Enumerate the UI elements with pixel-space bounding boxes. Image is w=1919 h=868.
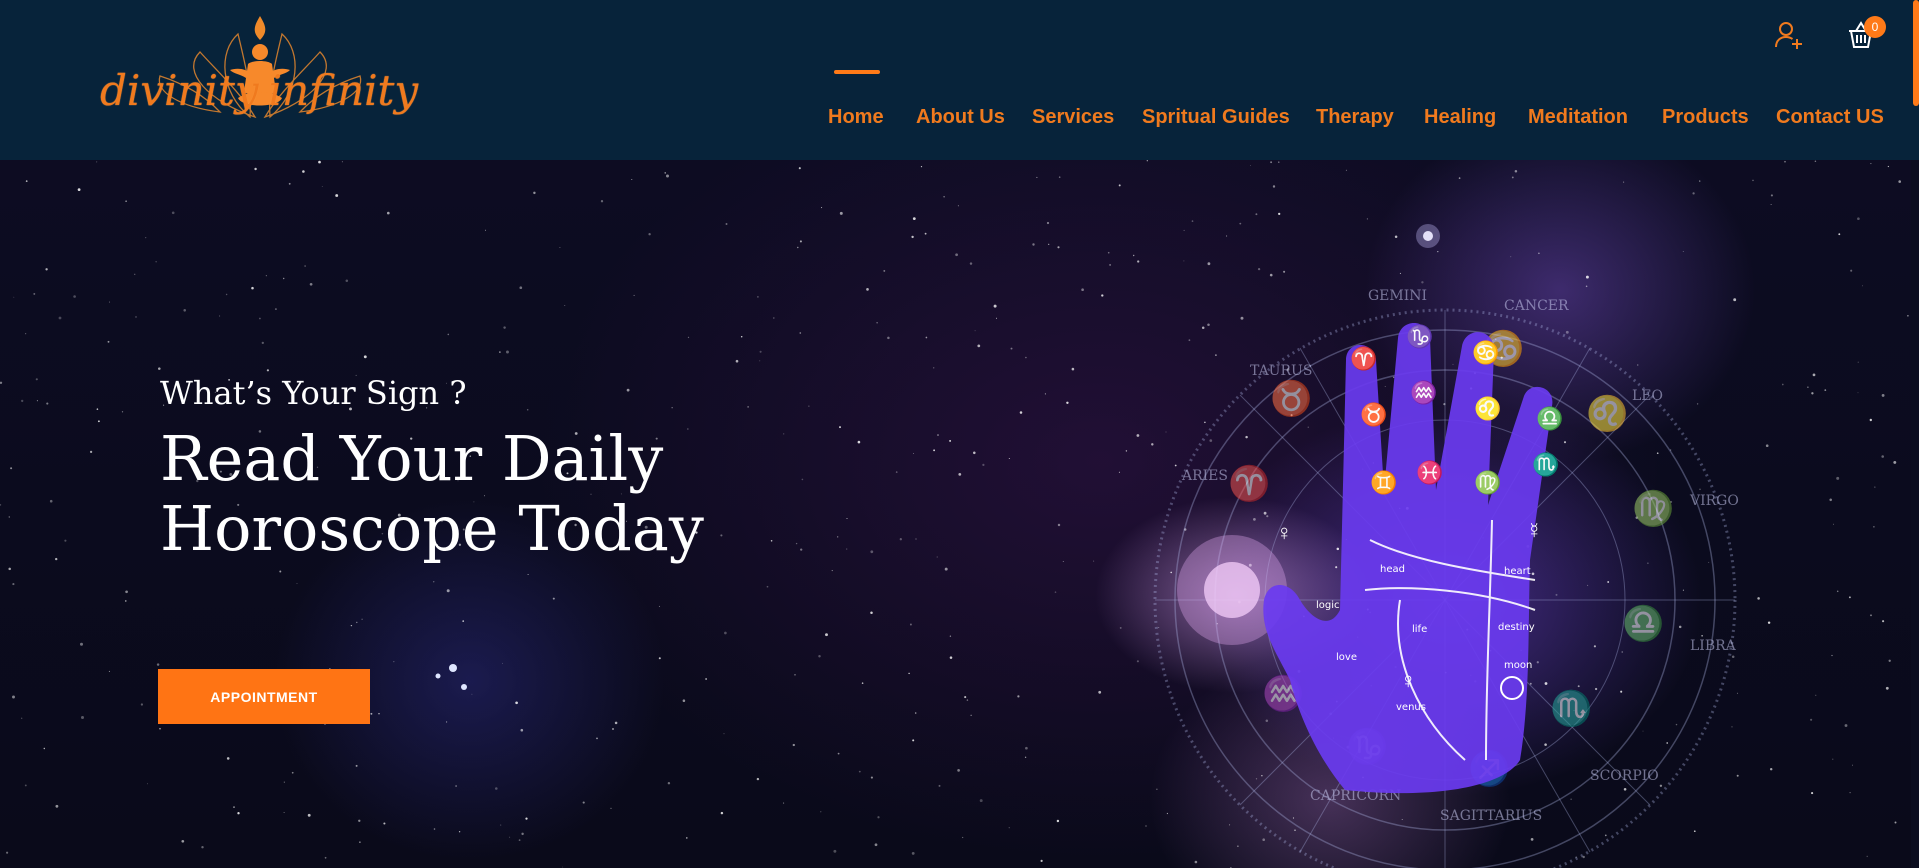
hero-headline-line-2: Horoscope Today (160, 492, 704, 565)
svg-text:ARIES: ARIES (1181, 468, 1228, 484)
nav-item-meditation[interactable]: Meditation (1528, 106, 1628, 129)
svg-text:life: life (1412, 624, 1427, 635)
svg-text:♍: ♍ (1474, 470, 1501, 495)
svg-text:CANCER: CANCER (1504, 298, 1569, 314)
svg-text:♓: ♓ (1416, 460, 1443, 485)
svg-text:☿: ☿ (1526, 518, 1543, 543)
svg-text:♎: ♎ (1622, 604, 1664, 643)
svg-text:head: head (1380, 564, 1405, 575)
hero-copy: What’s Your Sign ? Read Your Daily Horos… (160, 374, 704, 564)
svg-text:destiny: destiny (1498, 622, 1535, 633)
svg-text:♀: ♀ (1400, 668, 1417, 693)
nav-item-spritual-guides[interactable]: Spritual Guides (1142, 106, 1290, 129)
hero-headline-line-1: Read Your Daily (160, 422, 664, 495)
svg-text:♌: ♌ (1474, 396, 1501, 421)
page-scrollbar-thumb[interactable] (1913, 0, 1919, 106)
nav-item-therapy[interactable]: Therapy (1316, 106, 1394, 129)
svg-text:♌: ♌ (1586, 394, 1628, 433)
svg-text:♑: ♑ (1406, 324, 1433, 349)
hero-eyebrow: What’s Your Sign ? (160, 374, 467, 412)
hero-banner: GEMINI CANCER TAURUS LEO ARIES VIRGO LIB… (0, 160, 1911, 868)
nav-item-services[interactable]: Services (1032, 106, 1114, 129)
svg-text:heart: heart (1504, 566, 1531, 577)
svg-text:♒: ♒ (1410, 380, 1437, 405)
nav-item-products[interactable]: Products (1662, 106, 1749, 129)
svg-text:♊: ♊ (1370, 470, 1397, 495)
nav-active-indicator (834, 70, 880, 74)
svg-text:LEO: LEO (1632, 388, 1663, 404)
svg-text:GEMINI: GEMINI (1368, 288, 1427, 304)
svg-text:VIRGO: VIRGO (1689, 493, 1739, 509)
svg-text:♉: ♉ (1270, 379, 1312, 418)
site-header: divinity infinity 0 Home About Us Service… (0, 0, 1919, 160)
nav-item-home[interactable]: Home (828, 106, 884, 129)
hero-headline: Read Your Daily Horoscope Today (160, 424, 704, 564)
svg-text:♍: ♍ (1632, 489, 1674, 528)
svg-text:♈: ♈ (1350, 346, 1377, 371)
svg-text:moon: moon (1504, 660, 1532, 671)
svg-text:SAGITTARIUS: SAGITTARIUS (1440, 808, 1542, 824)
svg-text:venus: venus (1396, 702, 1426, 713)
nav-item-about-us[interactable]: About Us (916, 106, 1005, 129)
cart-count-badge: 0 (1864, 16, 1886, 38)
svg-text:♏: ♏ (1532, 452, 1559, 477)
svg-text:LIBRA: LIBRA (1690, 638, 1737, 654)
nav-item-healing[interactable]: Healing (1424, 106, 1496, 129)
svg-text:SCORPIO: SCORPIO (1590, 768, 1659, 784)
svg-text:♏: ♏ (1550, 689, 1592, 728)
svg-text:logic: logic (1316, 600, 1340, 611)
svg-text:love: love (1336, 652, 1357, 663)
svg-text:♀: ♀ (1276, 520, 1293, 545)
svg-text:♎: ♎ (1536, 406, 1563, 431)
svg-text:TAURUS: TAURUS (1250, 363, 1312, 379)
user-plus-icon[interactable] (1773, 20, 1803, 50)
appointment-button[interactable]: APPOINTMENT (158, 669, 370, 724)
svg-text:♈: ♈ (1228, 464, 1270, 503)
nav-item-contact-us[interactable]: Contact US (1776, 106, 1884, 129)
svg-text:♉: ♉ (1360, 402, 1387, 427)
svg-text:♋: ♋ (1472, 340, 1499, 365)
main-nav: Home About Us Services Spritual Guides T… (0, 106, 1919, 132)
